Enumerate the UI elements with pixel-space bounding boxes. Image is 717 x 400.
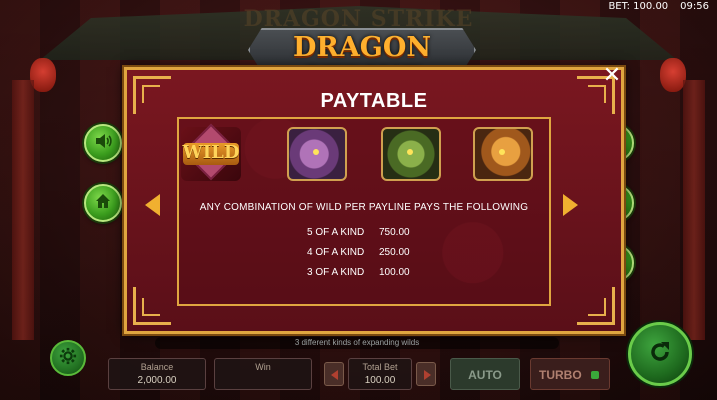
payout-row: 4 OF A KIND 250.00 — [307, 247, 439, 258]
payout-row: 3 OF A KIND 100.00 — [307, 267, 439, 278]
payout-amount: 750.00 — [379, 227, 410, 238]
spin-arrow-icon — [645, 337, 675, 371]
pillar-right — [683, 80, 705, 340]
gear-icon — [59, 347, 77, 369]
payout-kind: 5 OF A KIND — [307, 227, 365, 238]
total-bet-value: 100.00 — [364, 375, 396, 386]
paytable-title: PAYTABLE — [320, 90, 428, 112]
payout-kind: 3 OF A KIND — [307, 267, 365, 278]
balance-label: Balance — [140, 362, 174, 372]
turbo-label: TURBO — [539, 368, 582, 382]
sound-button[interactable] — [84, 124, 122, 162]
speaker-icon — [93, 131, 113, 155]
corner-ornament — [577, 287, 615, 325]
balance-display: Balance 2,000.00 — [108, 358, 206, 390]
settings-button[interactable] — [50, 340, 86, 376]
paytable-description: ANY COMBINATION OF WILD PER PAYLINE PAYS… — [199, 202, 529, 213]
total-bet-label: Total Bet — [362, 362, 398, 372]
bet-status: BET: 100.00 — [608, 1, 669, 12]
purple-dragon-symbol — [287, 127, 347, 181]
dragon-eye — [499, 149, 505, 155]
payout-amount: 250.00 — [379, 247, 410, 258]
info-message: 3 different kinds of expanding wilds — [294, 338, 420, 347]
balance-value: 2,000.00 — [137, 375, 177, 386]
turbo-button[interactable]: TURBO — [530, 358, 610, 390]
auto-button[interactable]: AUTO — [450, 358, 520, 390]
bet-increase-button[interactable] — [416, 362, 436, 386]
wild-symbol-label: WILD — [182, 142, 240, 163]
wild-symbol: WILD — [181, 123, 241, 181]
spin-button[interactable] — [628, 322, 692, 386]
payout-kind: 4 OF A KIND — [307, 247, 365, 258]
dragon-eye — [313, 149, 319, 155]
dragon-eye — [407, 149, 413, 155]
close-icon[interactable]: ✕ — [600, 64, 624, 88]
turbo-indicator — [591, 371, 599, 379]
green-dragon-symbol — [381, 127, 441, 181]
previous-page-arrow-icon[interactable] — [145, 194, 160, 216]
corner-ornament — [133, 287, 171, 325]
paytable-panel: PAYTABLE WILD ANY COMBINATION OF WILD PE… — [124, 67, 624, 334]
clock: 09:56 — [680, 1, 709, 12]
bet-decrease-button[interactable] — [324, 362, 344, 386]
home-icon — [93, 191, 113, 215]
pillar-left — [12, 80, 34, 340]
next-page-arrow-icon[interactable] — [563, 194, 578, 216]
gold-dragon-symbol — [473, 127, 533, 181]
payout-amount: 100.00 — [379, 267, 410, 278]
win-label: Win — [255, 362, 271, 372]
status-bar: BET: 100.00 09:56 — [608, 1, 709, 12]
total-bet-display: Total Bet 100.00 — [348, 358, 412, 390]
payout-row: 5 OF A KIND 750.00 — [307, 227, 439, 238]
home-button[interactable] — [84, 184, 122, 222]
win-display: Win — [214, 358, 312, 390]
